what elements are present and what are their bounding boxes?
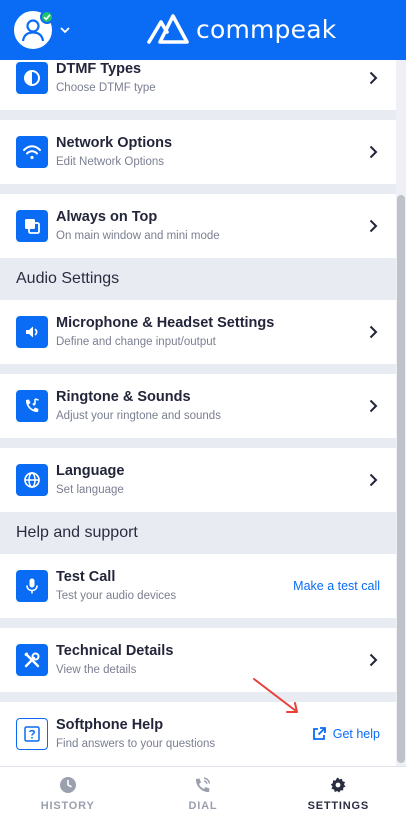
chevron-right-icon xyxy=(369,653,378,667)
nav-history[interactable]: HISTORY xyxy=(0,767,135,820)
tools-icon xyxy=(16,644,48,676)
nav-settings[interactable]: SETTINGS xyxy=(271,767,406,820)
chevron-right-icon xyxy=(369,71,378,85)
question-icon xyxy=(16,718,48,750)
account-menu-button[interactable] xyxy=(14,10,70,49)
chevron-right-icon xyxy=(369,145,378,159)
check-icon xyxy=(43,14,51,21)
chevron-right-icon xyxy=(369,473,378,487)
chevron-right-icon xyxy=(369,325,378,339)
contrast-icon xyxy=(16,62,48,94)
setting-subtitle: Edit Network Options xyxy=(56,156,165,168)
avatar[interactable] xyxy=(14,10,54,49)
chevron-down-icon[interactable] xyxy=(60,26,70,34)
setting-subtitle: Set language xyxy=(56,484,124,496)
scrollbar-thumb[interactable] xyxy=(397,195,405,763)
speaker-icon xyxy=(16,316,48,348)
settings-scroll-area[interactable]: DTMF Types Choose DTMF type Network Opti… xyxy=(0,60,396,766)
setting-technical-details[interactable]: Technical Details View the details xyxy=(0,628,396,692)
setting-softphone-help: Softphone Help Find answers to your ques… xyxy=(0,702,396,766)
wifi-icon xyxy=(16,136,48,168)
setting-ringtone-sounds[interactable]: Ringtone & Sounds Adjust your ringtone a… xyxy=(0,374,396,438)
setting-title: DTMF Types xyxy=(56,61,142,77)
nav-label: DIAL xyxy=(188,799,218,812)
setting-always-on-top[interactable]: Always on Top On main window and mini mo… xyxy=(0,194,396,258)
chevron-right-icon xyxy=(369,399,378,413)
chevron-right-icon xyxy=(369,219,378,233)
setting-subtitle: On main window and mini mode xyxy=(56,230,220,242)
setting-title: Always on Top xyxy=(56,209,158,225)
settings-list: DTMF Types Choose DTMF type Network Opti… xyxy=(0,60,396,766)
nav-label: SETTINGS xyxy=(307,799,370,812)
layers-icon xyxy=(16,210,48,242)
setting-subtitle: Choose DTMF type xyxy=(56,82,156,94)
get-help-label[interactable]: Get help xyxy=(333,727,380,741)
setting-title: Network Options xyxy=(56,135,173,151)
setting-title: Technical Details xyxy=(56,643,174,659)
setting-title: Microphone & Headset Settings xyxy=(56,315,275,331)
setting-dtmf-types[interactable]: DTMF Types Choose DTMF type xyxy=(0,60,396,110)
globe-icon xyxy=(16,464,48,496)
setting-subtitle: View the details xyxy=(56,664,137,676)
gear-icon xyxy=(331,777,346,792)
setting-microphone-headset[interactable]: Microphone & Headset Settings Define and… xyxy=(0,300,396,364)
brand-logo: commpeak xyxy=(146,12,336,46)
setting-title: Language xyxy=(56,463,125,479)
nav-dial[interactable]: DIAL xyxy=(135,767,270,820)
setting-subtitle: Adjust your ringtone and sounds xyxy=(56,410,221,422)
get-help-link[interactable]: Get help xyxy=(311,726,380,742)
section-audio-settings: Audio Settings xyxy=(0,258,396,300)
setting-network-options[interactable]: Network Options Edit Network Options xyxy=(0,120,396,184)
phone-music-icon xyxy=(16,390,48,422)
app-header: commpeak xyxy=(0,0,406,60)
make-test-call-link[interactable]: Make a test call xyxy=(293,579,380,593)
status-online-badge xyxy=(40,10,54,24)
setting-test-call: Test Call Test your audio devices Make a… xyxy=(0,554,396,618)
external-link-icon xyxy=(312,727,326,740)
setting-language[interactable]: Language Set language xyxy=(0,448,396,512)
bottom-navigation: HISTORY DIAL SETTINGS xyxy=(0,766,406,820)
microphone-icon xyxy=(16,570,48,602)
phone-ring-icon xyxy=(195,776,211,792)
clock-icon xyxy=(59,776,76,793)
commpeak-logo-icon xyxy=(147,14,189,44)
nav-label: HISTORY xyxy=(40,799,95,812)
brand-name: commpeak xyxy=(196,14,337,44)
setting-title: Ringtone & Sounds xyxy=(56,389,191,405)
setting-subtitle: Define and change input/output xyxy=(56,336,216,348)
section-help-support: Help and support xyxy=(0,512,396,554)
